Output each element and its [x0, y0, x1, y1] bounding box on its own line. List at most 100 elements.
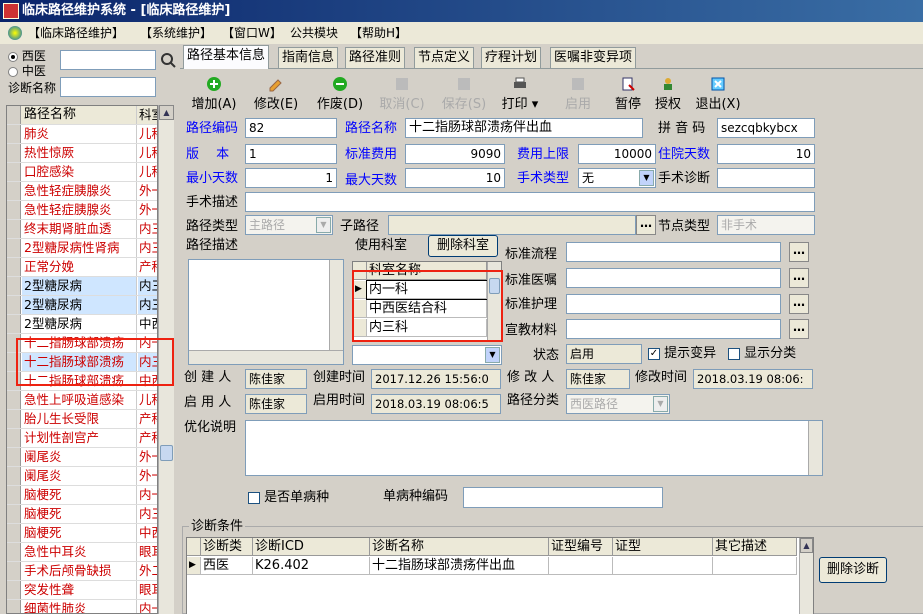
authorize-button[interactable]: 授权	[640, 76, 696, 112]
std-flow-browse-button[interactable]: …	[789, 242, 809, 262]
void-button[interactable]: 作废(D)	[312, 76, 368, 112]
optimize-scrollbar[interactable]	[808, 421, 822, 475]
std-nursing-input[interactable]	[566, 294, 781, 314]
diag-cell-icd[interactable]: K26.402	[253, 557, 370, 575]
chevron-down-icon[interactable]: ▼	[316, 217, 331, 233]
path-class-select[interactable]: 西医路径 ▼	[566, 394, 670, 414]
search-icon[interactable]	[160, 52, 176, 68]
list-item[interactable]: 脑梗死内一	[7, 486, 157, 505]
max-days-input[interactable]: 10	[405, 168, 505, 188]
list-item[interactable]: 2型糖尿病内三	[7, 296, 157, 315]
chevron-down-icon[interactable]: ▼	[653, 396, 668, 412]
std-fee-input[interactable]: 9090	[405, 144, 505, 164]
diag-col-icd[interactable]: 诊断ICD	[253, 538, 370, 556]
list-item[interactable]: 阑尾炎外一	[7, 467, 157, 486]
print-button[interactable]: 打印 ▾	[490, 76, 550, 112]
list-item[interactable]: 肺炎儿科	[7, 125, 157, 144]
diag-cell-syndrome[interactable]	[613, 557, 713, 575]
node-type-input[interactable]: 非手术	[717, 215, 815, 235]
radio-chinese[interactable]: 中医	[8, 62, 46, 79]
list-item[interactable]: 脑梗死中西	[7, 524, 157, 543]
optimize-textarea[interactable]	[245, 420, 823, 476]
single-code-input[interactable]	[463, 487, 663, 508]
list-item[interactable]: 急性上呼吸道感染儿科	[7, 391, 157, 410]
menu-help[interactable]: 【帮助H】	[350, 22, 407, 44]
diag-col-type[interactable]: 诊断类	[201, 538, 253, 556]
list-item[interactable]: 2型糖尿病中西	[7, 315, 157, 334]
list-item[interactable]: 计划性剖宫产产科	[7, 429, 157, 448]
desc-hscrollbar[interactable]	[189, 350, 343, 364]
chevron-down-icon[interactable]: ▼	[485, 347, 500, 363]
sub-path-browse-button[interactable]: …	[636, 215, 656, 235]
tab-basic-info[interactable]: 路径基本信息	[183, 45, 270, 69]
path-desc-textarea[interactable]	[188, 259, 344, 365]
save-button[interactable]: 保存(S)	[436, 76, 492, 112]
list-item[interactable]: 胎儿生长受限产科	[7, 410, 157, 429]
desc-scrollbar[interactable]	[329, 260, 343, 350]
cancel-button[interactable]: 取消(C)	[374, 76, 430, 112]
list-item[interactable]: 细菌性肺炎内一	[7, 600, 157, 613]
fee-limit-input[interactable]: 10000	[578, 144, 656, 164]
diag-col-syndrome-code[interactable]: 证型编号	[549, 538, 613, 556]
diag-cell-syndrome-code[interactable]	[549, 557, 613, 575]
diag-name-input[interactable]	[60, 77, 156, 97]
dept-add-select[interactable]: ▼	[352, 345, 502, 365]
surgery-desc-input[interactable]	[245, 192, 815, 212]
stay-days-input[interactable]: 10	[717, 144, 815, 164]
list-item[interactable]: 终末期肾脏血透内三	[7, 220, 157, 239]
tab-criteria[interactable]: 路径准则	[345, 47, 406, 68]
exit-button[interactable]: 退出(X)	[690, 76, 746, 112]
diag-scrollbar[interactable]: ▲	[799, 538, 813, 614]
list-item[interactable]: 急性轻症胰腺炎外一	[7, 201, 157, 220]
edit-button[interactable]: 修改(E)	[248, 76, 304, 112]
delete-diag-button[interactable]: 删除诊断	[819, 557, 887, 583]
add-button[interactable]: 增加(A)	[186, 76, 242, 112]
menu-clinical-path[interactable]: 【临床路径维护】	[28, 22, 124, 44]
menu-public[interactable]: 公共模块	[290, 22, 338, 44]
delete-dept-button[interactable]: 删除科室	[428, 235, 498, 257]
std-order-browse-button[interactable]: …	[789, 268, 809, 288]
menu-system[interactable]: 【系统维护】	[140, 22, 212, 44]
list-item[interactable]: 口腔感染儿科	[7, 163, 157, 182]
diag-cell-name[interactable]: 十二指肠球部溃疡伴出血	[370, 557, 549, 575]
tab-guide[interactable]: 指南信息	[278, 47, 339, 68]
menu-window[interactable]: 【窗口W】	[222, 22, 282, 44]
version-input[interactable]: 1	[245, 144, 337, 164]
col-path-name[interactable]: 路径名称	[22, 106, 137, 124]
path-code-input[interactable]: 82	[245, 118, 337, 138]
list-item[interactable]: 阑尾炎外一	[7, 448, 157, 467]
list-item[interactable]: 正常分娩产科	[7, 258, 157, 277]
diag-col-other[interactable]: 其它描述	[713, 538, 797, 556]
list-item[interactable]: 脑梗死内三	[7, 505, 157, 524]
prompt-variation-checkbox[interactable]: ✓ 提示变异	[648, 345, 716, 363]
tab-plan[interactable]: 疗程计划	[481, 47, 542, 68]
min-days-input[interactable]: 1	[245, 168, 337, 188]
edu-material-browse-button[interactable]: …	[789, 319, 809, 339]
diag-col-name[interactable]: 诊断名称	[370, 538, 549, 556]
sub-path-input[interactable]	[388, 215, 636, 235]
std-order-input[interactable]	[566, 268, 781, 288]
diag-col-syndrome[interactable]: 证型	[613, 538, 713, 556]
tab-nodes[interactable]: 节点定义	[414, 47, 475, 68]
std-nursing-browse-button[interactable]: …	[789, 294, 809, 314]
path-type-select[interactable]: 主路径 ▼	[245, 215, 333, 235]
list-item[interactable]: 急性轻症胰腺炎外一	[7, 182, 157, 201]
chevron-down-icon[interactable]: ▼	[639, 170, 654, 186]
single-disease-checkbox[interactable]: 是否单病种	[248, 489, 329, 507]
scroll-up-icon[interactable]: ▲	[159, 105, 174, 120]
scroll-thumb[interactable]	[160, 445, 173, 461]
list-item[interactable]: 2型糖尿病性肾病内三	[7, 239, 157, 258]
col-dept[interactable]: 科室	[138, 106, 157, 124]
edu-material-input[interactable]	[566, 319, 781, 339]
pinyin-input[interactable]: sezcqbkybcx	[717, 118, 815, 138]
surgery-diag-input[interactable]	[717, 168, 815, 188]
tab-order-nonvar[interactable]: 医嘱非变异项	[550, 47, 637, 68]
show-class-checkbox[interactable]: 显示分类	[728, 345, 796, 363]
list-item[interactable]: 急性中耳炎眼耳	[7, 543, 157, 562]
std-flow-input[interactable]	[566, 242, 781, 262]
list-item[interactable]: 热性惊厥儿科	[7, 144, 157, 163]
list-item[interactable]: 手术后颅骨缺损外二	[7, 562, 157, 581]
enable-button[interactable]: 启用	[550, 76, 606, 112]
list-item[interactable]: 2型糖尿病内三	[7, 277, 157, 296]
path-name-input[interactable]: 十二指肠球部溃疡伴出血	[405, 118, 643, 138]
